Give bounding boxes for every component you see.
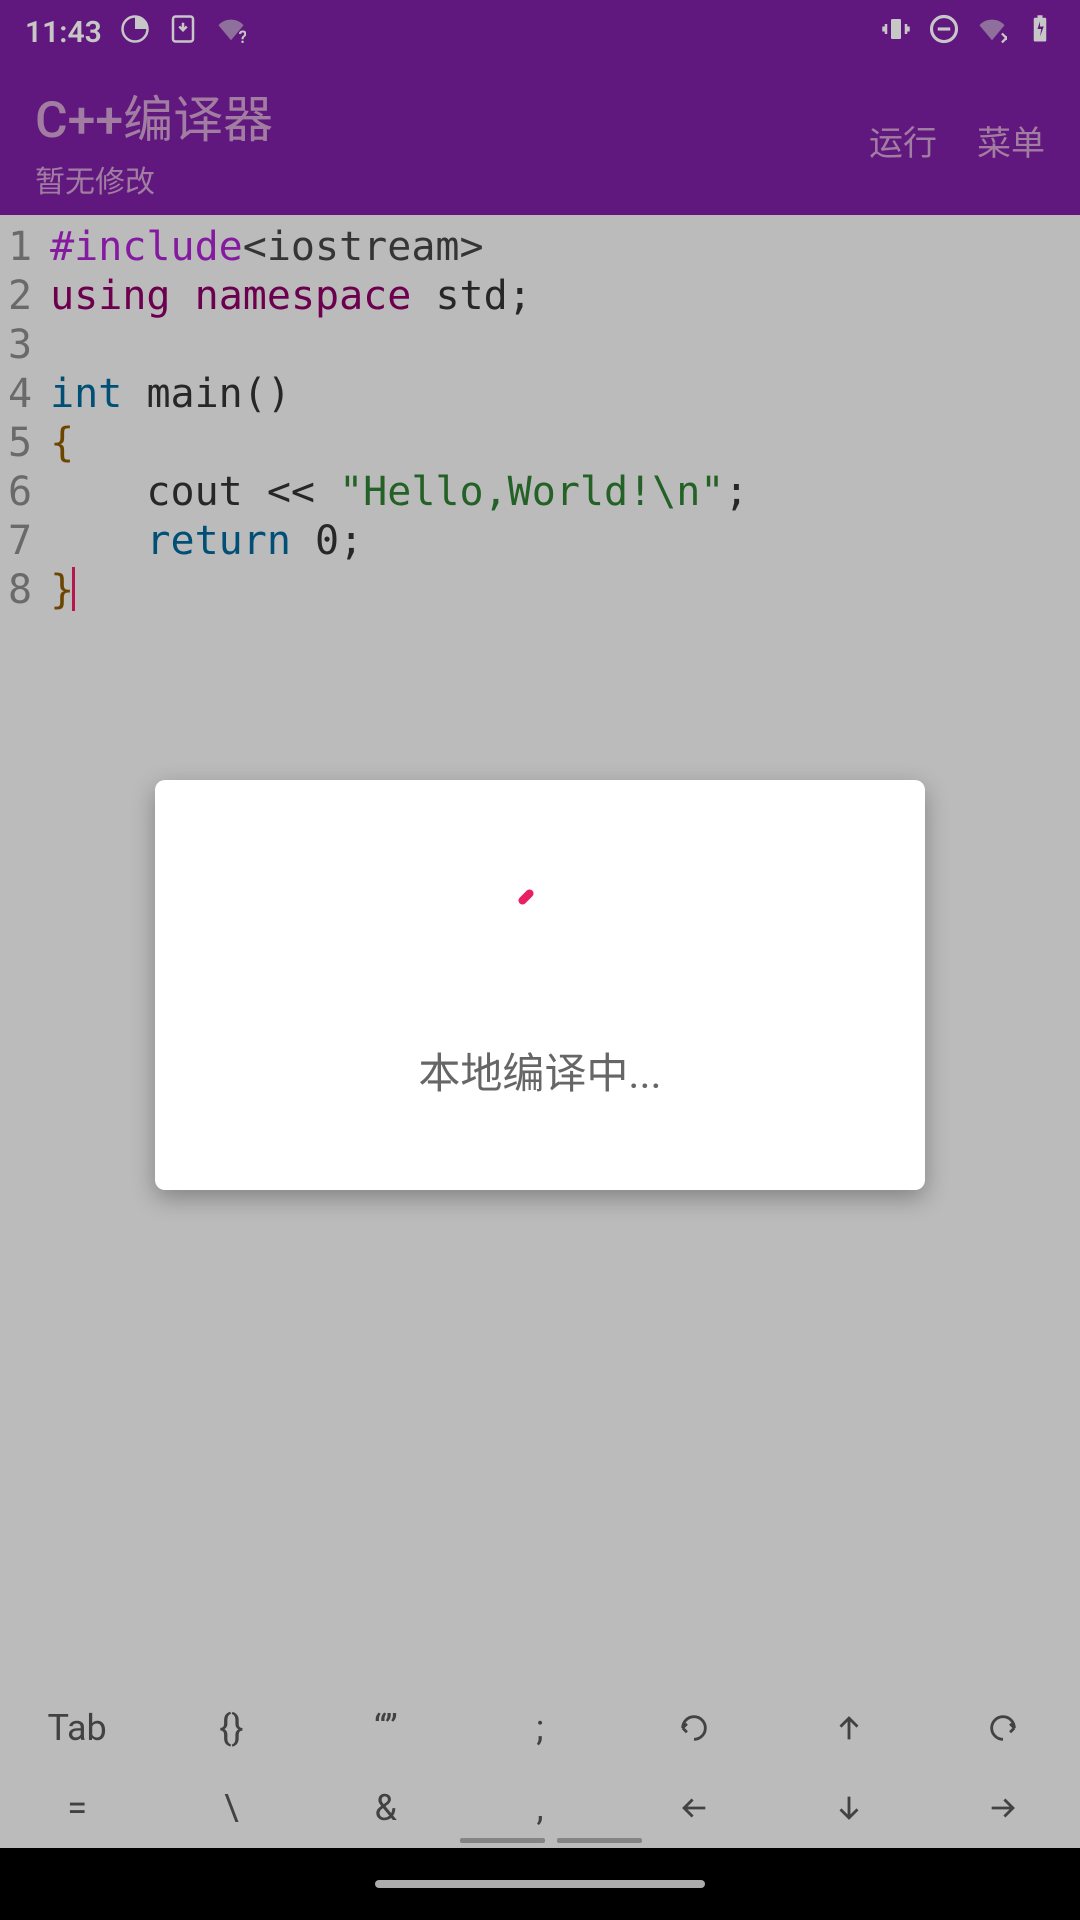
dialog-message: 本地编译中... xyxy=(418,1040,661,1101)
spinner-icon xyxy=(505,875,575,945)
compiling-dialog: 本地编译中... xyxy=(155,780,925,1190)
